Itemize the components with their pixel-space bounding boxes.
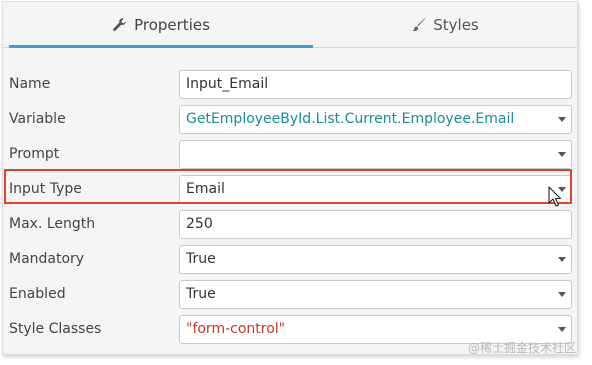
variable-value: GetEmployeeById.List.Current.Employee.Em… <box>186 111 515 127</box>
variable-dropdown[interactable]: GetEmployeeById.List.Current.Employee.Em… <box>179 105 572 134</box>
property-label: Max. Length <box>9 216 96 232</box>
enabled-value: True <box>186 286 216 302</box>
caret-down-icon[interactable] <box>558 152 566 157</box>
property-label: Enabled <box>9 286 66 302</box>
property-label: Prompt <box>9 146 60 162</box>
tab-bar: Properties Styles <box>3 2 577 48</box>
active-tab-indicator <box>9 45 313 48</box>
name-input[interactable]: Input_Email <box>179 70 572 99</box>
mouse-cursor-icon <box>548 186 562 207</box>
prompt-dropdown[interactable] <box>179 140 572 169</box>
tab-properties[interactable]: Properties <box>9 2 313 48</box>
property-label: Input Type <box>9 181 82 197</box>
wrench-icon <box>113 18 126 31</box>
max-length-value: 250 <box>186 216 213 232</box>
property-row-mandatory: Mandatory True <box>3 242 577 277</box>
property-label: Style Classes <box>9 321 102 337</box>
caret-down-icon[interactable] <box>558 292 566 297</box>
tab-styles[interactable]: Styles <box>313 2 577 48</box>
property-row-enabled: Enabled True <box>3 277 577 312</box>
mandatory-dropdown[interactable]: True <box>179 245 572 274</box>
mandatory-value: True <box>186 251 216 267</box>
property-label: Variable <box>9 111 66 127</box>
caret-down-icon[interactable] <box>558 117 566 122</box>
property-label: Mandatory <box>9 251 85 267</box>
watermark-text: @稀土掘金技术社区 <box>468 341 577 355</box>
tab-styles-label: Styles <box>433 16 479 34</box>
brush-icon <box>412 17 426 32</box>
style-classes-value: "form-control" <box>186 321 286 337</box>
caret-down-icon[interactable] <box>558 327 566 332</box>
property-row-max-length: Max. Length 250 <box>3 207 577 242</box>
property-row-input-type: Input Type Email <box>3 172 577 207</box>
input-type-value: Email <box>186 181 225 197</box>
input-type-dropdown[interactable]: Email <box>179 175 572 204</box>
enabled-dropdown[interactable]: True <box>179 280 572 309</box>
property-row-name: Name Input_Email <box>3 67 577 102</box>
property-row-prompt: Prompt <box>3 137 577 172</box>
name-value: Input_Email <box>186 76 269 92</box>
max-length-input[interactable]: 250 <box>179 210 572 239</box>
property-row-variable: Variable GetEmployeeById.List.Current.Em… <box>3 102 577 137</box>
tab-properties-label: Properties <box>134 16 210 34</box>
property-label: Name <box>9 76 51 92</box>
caret-down-icon[interactable] <box>558 257 566 262</box>
properties-panel: Properties Styles Name Input_Email Varia… <box>2 1 578 355</box>
